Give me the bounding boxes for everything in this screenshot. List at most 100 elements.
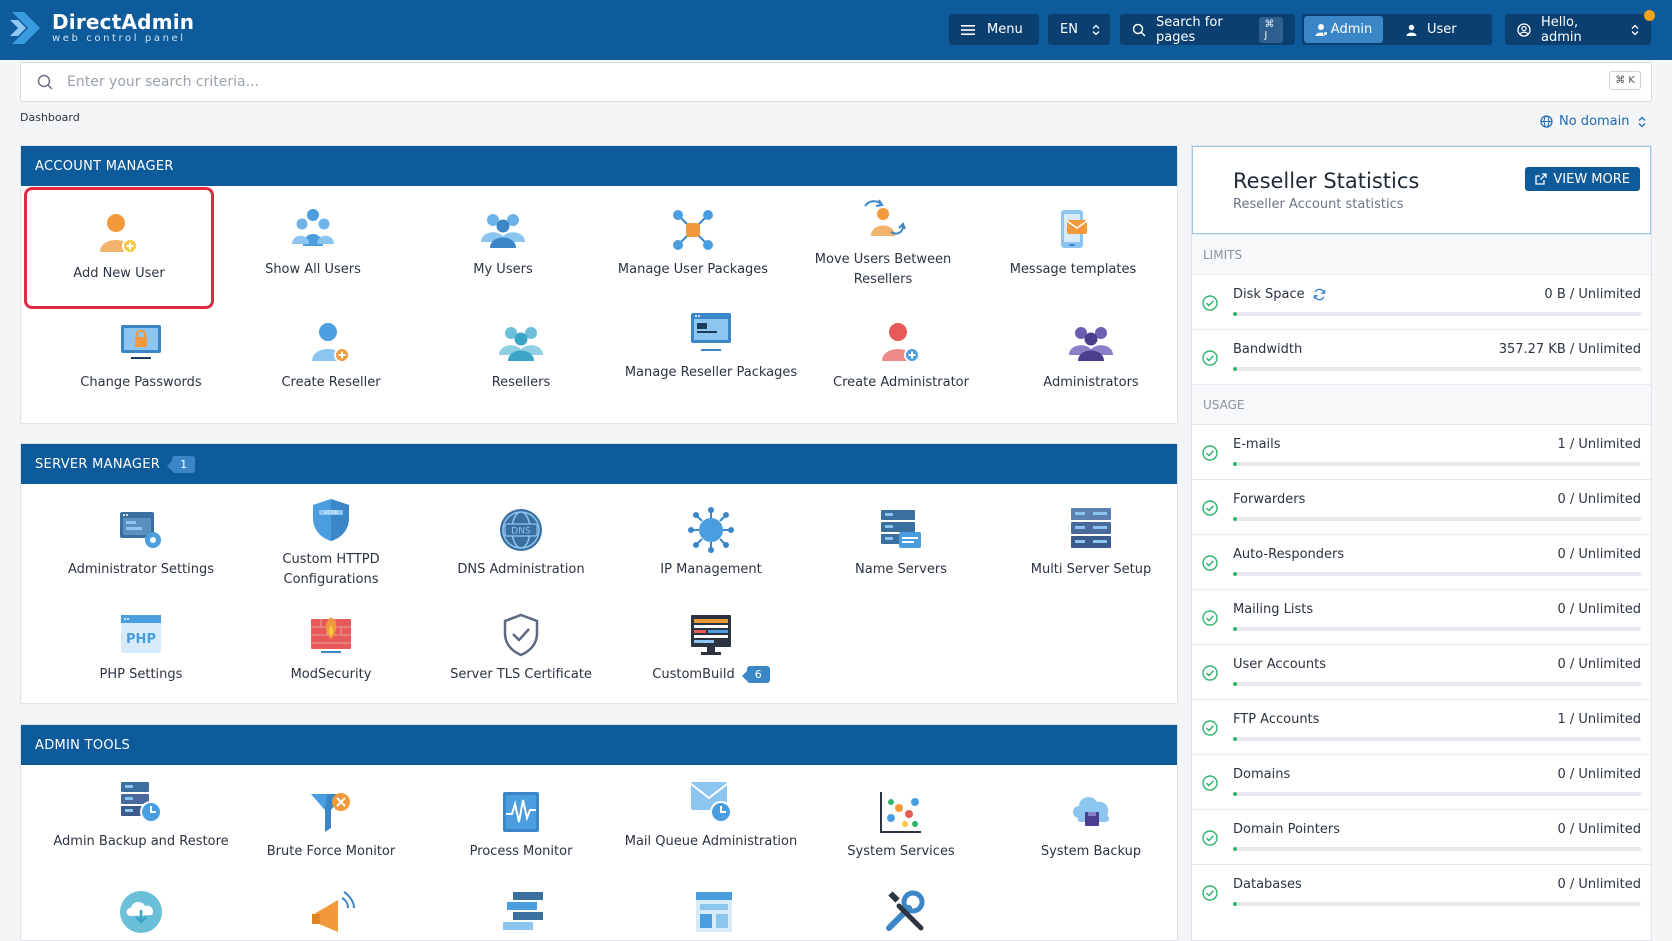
tile-label: Create Administrator xyxy=(833,375,969,390)
add-user-icon xyxy=(100,214,138,254)
tile-label: Custom HTTPD Configurations xyxy=(282,552,380,587)
stat-value: 357.27 KB / Unlimited xyxy=(1498,342,1641,357)
tile-label: PHP Settings xyxy=(99,667,183,682)
tile-label: System Services xyxy=(847,844,955,859)
stat-progress-fill xyxy=(1233,902,1237,906)
stat-value: 0 / Unlimited xyxy=(1557,492,1641,507)
tile-label: Resellers xyxy=(491,375,551,390)
megaphone-icon[interactable] xyxy=(308,888,356,936)
language-select[interactable]: EN xyxy=(1048,14,1110,45)
tile-create-administrator[interactable]: Create Administrator xyxy=(806,319,996,393)
system-backup-icon xyxy=(1073,797,1110,826)
tile-message-templates[interactable]: Message templates xyxy=(978,206,1168,280)
account-manager-panel: ACCOUNT MANAGER Add New User Show All Us… xyxy=(20,145,1178,424)
stat-progress-bar xyxy=(1233,902,1641,906)
account-menu-button[interactable]: Hello, admin xyxy=(1505,14,1651,45)
search-pages-button[interactable]: Search for pages ⌘ J xyxy=(1120,14,1295,45)
view-more-button[interactable]: VIEW MORE xyxy=(1525,167,1640,191)
tile-name-servers[interactable]: Name Servers xyxy=(806,506,996,580)
admin-user-icon xyxy=(1315,24,1328,36)
stat-name: Mailing Lists xyxy=(1233,602,1314,617)
stat-name: Disk Space xyxy=(1233,287,1305,302)
tile-change-passwords[interactable]: Change Passwords xyxy=(46,319,236,393)
tile-resellers[interactable]: Resellers xyxy=(426,319,616,393)
domain-selector[interactable]: No domain xyxy=(1540,114,1646,129)
tile-add-new-user[interactable]: Add New User xyxy=(24,187,214,309)
tile-label: Name Servers xyxy=(855,562,947,577)
domain-selector-label: No domain xyxy=(1559,114,1630,129)
logo-name: DirectAdmin xyxy=(52,10,195,34)
tile-manage-user-packages[interactable]: Manage User Packages xyxy=(598,206,788,280)
tile-administrator-settings[interactable]: Administrator Settings xyxy=(46,506,236,580)
tile-brute-force-monitor[interactable]: Brute Force Monitor xyxy=(236,788,426,862)
search-pages-shortcut: ⌘ J xyxy=(1259,16,1283,43)
httpd-shield-icon: HTTPD xyxy=(313,499,349,541)
custombuild-badge: 6 xyxy=(746,666,770,683)
stack-icon[interactable] xyxy=(499,888,547,936)
reseller-statistics-title: Reseller Statistics xyxy=(1233,169,1420,193)
globe-icon xyxy=(1540,115,1553,128)
menu-button[interactable]: Menu xyxy=(949,14,1039,45)
tile-mail-queue[interactable]: Mail Queue Administration xyxy=(616,778,806,852)
refresh-icon[interactable] xyxy=(1313,288,1326,301)
tile-show-all-users[interactable]: Show All Users xyxy=(218,206,408,280)
stat-progress-fill xyxy=(1233,517,1237,521)
tile-label: Add New User xyxy=(73,266,165,281)
tile-multi-server-setup[interactable]: Multi Server Setup xyxy=(996,506,1186,580)
layout-icon[interactable] xyxy=(690,888,738,936)
logo-subtitle: web control panel xyxy=(52,33,186,44)
tile-create-reseller[interactable]: Create Reseller xyxy=(236,319,426,393)
tile-move-users[interactable]: Move Users Between Resellers xyxy=(788,196,978,290)
global-search-input[interactable] xyxy=(67,74,1567,90)
tile-manage-reseller-packages[interactable]: Manage Reseller Packages xyxy=(616,309,806,383)
tile-php-settings[interactable]: PHP PHP Settings xyxy=(46,611,236,685)
admin-role-label: Admin xyxy=(1330,22,1373,37)
tls-shield-icon xyxy=(503,613,539,657)
tile-system-backup[interactable]: System Backup xyxy=(996,788,1186,862)
stat-progress-bar xyxy=(1233,462,1641,466)
account-circle-icon xyxy=(1517,22,1531,37)
external-link-icon xyxy=(1535,173,1548,185)
logo[interactable]: DirectAdmin web control panel xyxy=(10,8,194,48)
tile-administrators[interactable]: Administrators xyxy=(996,319,1186,393)
stat-progress-fill xyxy=(1233,792,1237,796)
my-users-icon xyxy=(481,214,525,248)
backup-restore-icon xyxy=(121,782,162,823)
tile-my-users[interactable]: My Users xyxy=(408,206,598,280)
stat-row-domains: Domains 0 / Unlimited xyxy=(1192,754,1651,809)
stat-progress-bar xyxy=(1233,367,1641,371)
check-circle-icon xyxy=(1202,830,1218,846)
stat-progress-bar xyxy=(1233,572,1641,576)
tile-system-services[interactable]: System Services xyxy=(806,788,996,862)
name-servers-icon xyxy=(881,510,921,548)
tile-ip-management[interactable]: IP Management xyxy=(616,506,806,580)
breadcrumb[interactable]: Dashboard xyxy=(20,111,80,124)
svg-text:DNS: DNS xyxy=(511,527,531,537)
system-services-icon xyxy=(880,792,921,833)
tile-admin-backup-restore[interactable]: Admin Backup and Restore xyxy=(46,778,236,852)
reseller-statistics-subtitle: Reseller Account statistics xyxy=(1233,197,1404,212)
notification-dot[interactable] xyxy=(1644,10,1655,21)
svg-text:PHP: PHP xyxy=(126,632,156,647)
reseller-packages-icon xyxy=(691,313,731,351)
tile-server-tls-certificate[interactable]: Server TLS Certificate xyxy=(426,611,616,685)
tile-process-monitor[interactable]: Process Monitor xyxy=(426,788,616,862)
svg-text:HTTPD: HTTPD xyxy=(324,510,337,515)
cloud-download-icon[interactable] xyxy=(117,888,165,936)
stat-name: Domain Pointers xyxy=(1233,822,1340,837)
user-role-button[interactable]: User xyxy=(1392,16,1488,43)
message-templates-icon xyxy=(1061,210,1088,248)
select-arrows-icon xyxy=(1638,116,1645,127)
tile-modsecurity[interactable]: ModSecurity xyxy=(236,611,426,685)
tile-custom-httpd[interactable]: HTTPD Custom HTTPD Configurations xyxy=(236,496,426,590)
stat-row-user-accounts: User Accounts 0 / Unlimited xyxy=(1192,644,1651,699)
admin-role-button[interactable]: Admin xyxy=(1304,16,1383,43)
account-manager-header: ACCOUNT MANAGER xyxy=(21,146,1177,186)
tile-label: ModSecurity xyxy=(290,667,372,682)
tile-label: CustomBuild 6 xyxy=(616,665,806,685)
tools-icon[interactable] xyxy=(881,888,929,936)
tile-label: Show All Users xyxy=(265,262,361,277)
tile-dns-administration[interactable]: DNS DNS Administration xyxy=(426,506,616,580)
menu-label: Menu xyxy=(987,22,1023,37)
tile-custombuild[interactable]: CustomBuild 6 xyxy=(616,611,806,685)
